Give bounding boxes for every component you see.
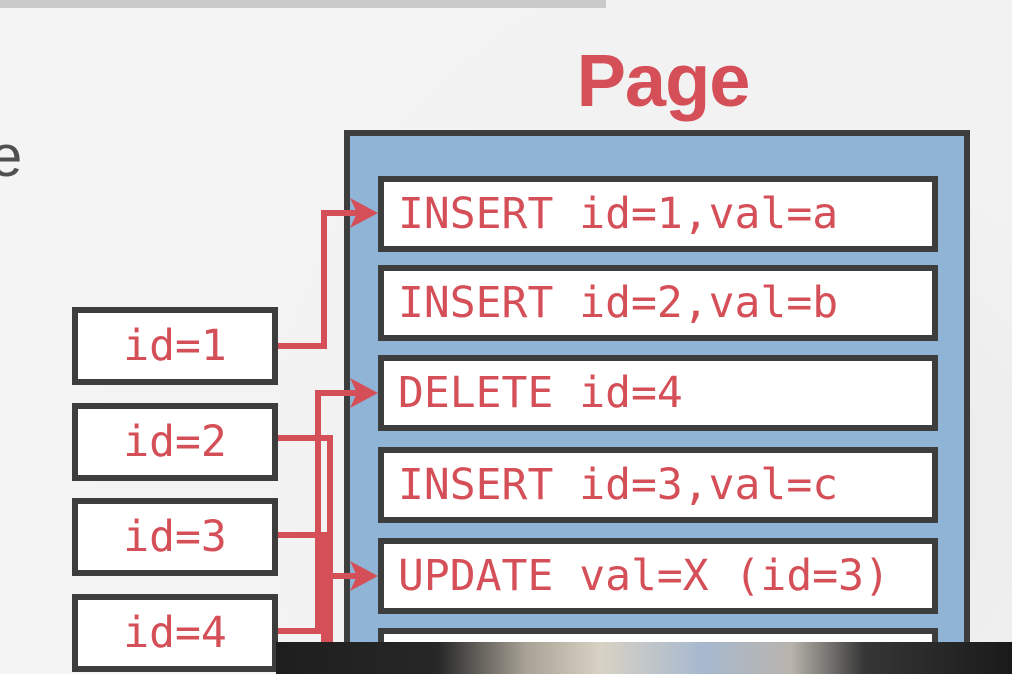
top-divider: [0, 0, 606, 8]
page-title: Page: [576, 39, 751, 122]
cropped-slide-text: e: [0, 124, 23, 189]
video-overlay-strip: [276, 642, 1012, 674]
log-record-3: DELETE id=4: [378, 355, 938, 431]
id-box-3: id=3: [72, 498, 278, 576]
log-record-4: INSERT id=3,val=c: [378, 447, 938, 523]
log-record-2: INSERT id=2,val=b: [378, 265, 938, 341]
arrow-id2-line: [278, 435, 333, 674]
id-box-4: id=4: [72, 594, 278, 672]
id-box-1: id=1: [72, 307, 278, 385]
log-record-5: UPDATE val=X (id=3): [378, 538, 938, 614]
log-record-1: INSERT id=1,val=a: [378, 176, 938, 252]
slide: e Page INSERT id=1,val=a INSERT id=2,val…: [0, 0, 1012, 674]
id-box-2: id=2: [72, 403, 278, 481]
